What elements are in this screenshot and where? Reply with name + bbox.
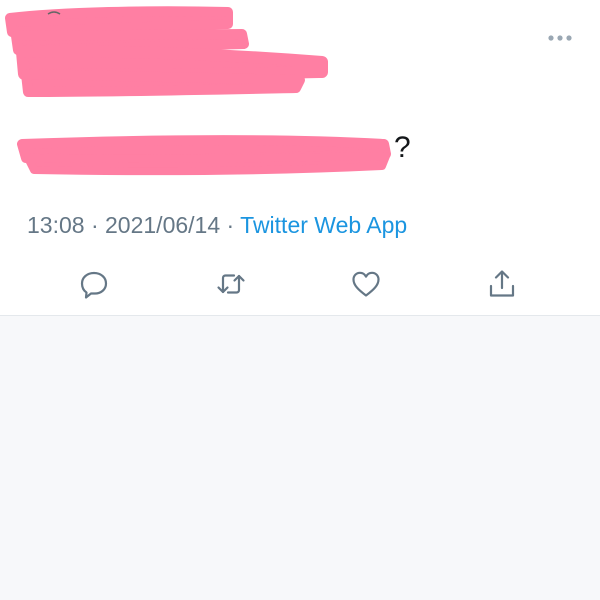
redacted-tweet-text (17, 135, 391, 176)
tweet-text: ? (17, 126, 444, 176)
tweet-metadata: 13:08 · 2021/06/14 · Twitter Web App (27, 212, 407, 239)
retweet-button[interactable] (211, 264, 251, 304)
meta-separator: · (84, 212, 106, 238)
tweet-actions-bar (0, 264, 600, 304)
redacted-author-header (5, 6, 328, 97)
reply-button[interactable] (74, 264, 114, 304)
share-button[interactable] (482, 264, 522, 304)
share-icon (489, 270, 515, 297)
more-horizontal-icon (548, 35, 572, 41)
retweet-icon (217, 274, 245, 294)
reply-icon (80, 271, 108, 299)
tweet-time: 13:08 (27, 212, 85, 238)
heart-icon (352, 271, 380, 297)
tweet-date: 2021/06/14 (105, 212, 221, 238)
meta-separator: · (220, 212, 241, 238)
tweet-text-visible: ? (394, 131, 411, 164)
tweet-source-link[interactable]: Twitter Web App (240, 212, 407, 238)
like-button[interactable] (346, 264, 386, 304)
more-options-button[interactable] (546, 26, 574, 50)
tweet-card: ? 13:08 · 2021/06/14 · Twitter Web App (0, 0, 600, 316)
